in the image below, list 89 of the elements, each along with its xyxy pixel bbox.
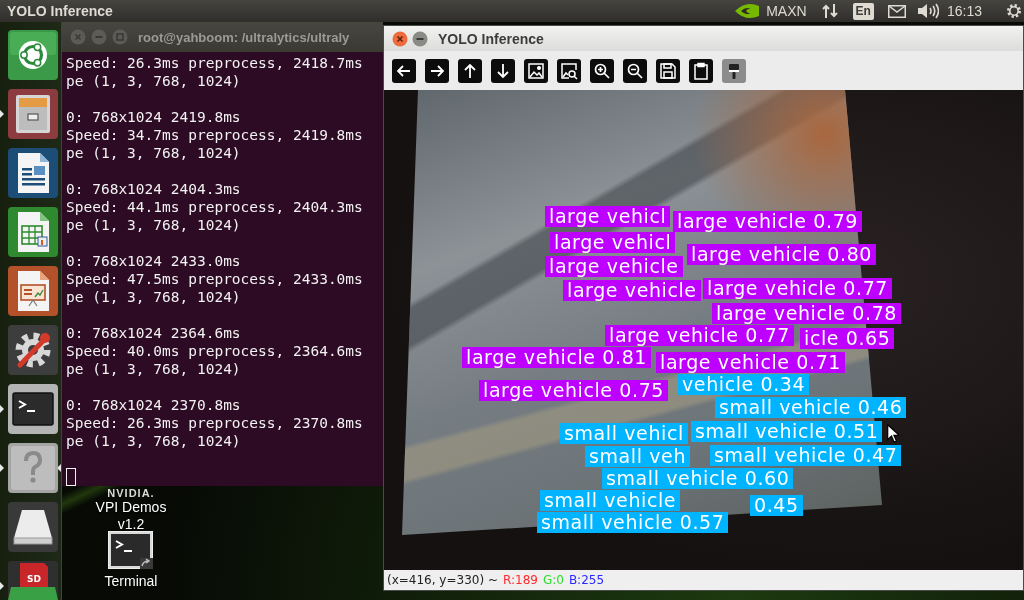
zoom-in-icon [593,61,611,80]
detection-label: icle 0.65 [800,328,895,349]
terminal-line: Speed: 34.7ms preprocess, 2419.8ms [66,126,364,144]
spreadsheet-icon[interactable] [8,207,58,257]
terminal-line: Speed: 40.0ms preprocess, 2364.6ms [66,342,364,360]
logo-wordmark: NVIDIA. [107,487,155,499]
desktop-icon-label[interactable]: Terminal [91,573,171,590]
image-magnifier-button[interactable] [557,58,581,83]
terminal-line: pe (1, 3, 768, 1024) [66,432,242,450]
detection-label: large vehicle 0.78 [712,303,901,324]
terminal-line: 0: 768x1024 2433.0ms [66,252,242,270]
terminal-line: 0: 768x1024 2419.8ms [66,108,242,126]
detection-label: small vehicle [540,490,681,511]
detection-label: small veh [585,446,691,467]
detection-label: large vehicle [545,256,683,277]
terminal-line: pe (1, 3, 768, 1024) [66,144,242,162]
text-cursor [66,468,76,486]
r-channel-value: R:189 [503,573,538,587]
terminal-window-title: root@yahboom: /ultralytics/ultraly [138,29,350,45]
clipboard-button[interactable] [689,58,713,83]
zoom-out-button[interactable] [623,58,647,83]
detection-label: large vehicle [563,280,701,301]
detection-label: large vehicle 0.77 [605,325,794,346]
presentation-icon[interactable] [8,266,58,316]
disk-drive-icon[interactable] [8,502,58,552]
window-title: YOLO Inference [438,30,544,47]
floppy-disk-button[interactable] [656,58,680,83]
gear-icon[interactable] [1006,3,1022,19]
envelope-icon[interactable] [887,4,906,18]
terminal-line: Speed: 44.1ms preprocess, 2404.3ms [66,198,364,216]
detection-label: large vehicle 0.80 [687,244,876,265]
detection-label: large vehicle 0.77 [703,278,892,299]
terminal-line: pe (1, 3, 768, 1024) [66,360,242,378]
terminal-line: 0: 768x1024 2370.8ms [66,396,242,414]
b-channel-value: B:255 [568,573,605,587]
active-window-title: YOLO Inference [7,3,113,19]
keyboard-layout-indicator[interactable]: En [852,2,874,20]
sd-card-icon[interactable]: SD [8,561,58,600]
up-down-arrows-icon[interactable] [821,3,838,19]
desktop-icon-label[interactable]: VPI Demos v1.2 [91,499,171,533]
terminal-line: pe (1, 3, 768, 1024) [66,216,242,234]
file-cabinet-icon[interactable] [8,89,58,139]
left-arrow-button[interactable] [392,58,416,83]
text-document-icon[interactable] [8,148,58,198]
terminal-line: 0: 768x1024 2404.3ms [66,180,242,198]
image-icon [527,61,545,80]
image-button[interactable] [524,58,548,83]
clock[interactable]: 16:13 [946,3,982,19]
terminal-line: 0: 768x1024 2364.6ms [66,324,242,342]
detection-label: small vehicle 0.47 [710,445,902,466]
detection-label: small vehicle 0.51 [691,421,883,442]
detection-label: large vehicle 0.71 [656,352,845,373]
ring-logo-icon[interactable] [8,30,58,80]
terminal-shortcut-icon[interactable] [108,531,154,570]
up-arrow-button[interactable] [458,58,482,83]
minimize-icon[interactable] [412,30,428,47]
paint-brush-button[interactable] [722,58,746,83]
terminal-icon[interactable] [8,384,58,434]
zoom-in-button[interactable] [590,58,614,83]
eye-logo-icon[interactable] [735,3,760,19]
detection-label: large vehicle 0.75 [479,380,668,401]
terminal-line: Speed: 47.5ms preprocess, 2433.0ms [66,270,364,288]
detection-label: small vehicl [560,423,688,444]
detection-label: small vehicle 0.46 [715,397,907,418]
terminal-line: pe (1, 3, 768, 1024) [66,72,242,90]
detection-label: large vehicle 0.81 [462,347,651,368]
down-arrow-button[interactable] [491,58,515,83]
right-arrow-button[interactable] [425,58,449,83]
zoom-out-icon [626,61,644,80]
speaker-icon[interactable] [916,3,939,19]
detection-label: large vehicl [545,206,671,227]
terminal-line: pe (1, 3, 768, 1024) [66,288,242,306]
cursor-position-text: (x=416, y=330) ~ [387,573,498,587]
detection-label: small vehicle 0.57 [537,512,729,533]
terminal-line: Speed: 26.3ms preprocess, 2418.7ms [66,54,364,72]
detection-label: vehicle 0.34 [678,374,810,395]
image-magnifier-icon [560,61,578,80]
mouse-pointer-icon [887,424,899,443]
clipboard-icon [692,61,710,80]
g-channel-value: G:0 [542,573,564,587]
detection-label: small vehicle 0.60 [602,468,794,489]
detection-label: 0.45 [750,495,803,516]
down-arrow-icon [494,61,512,80]
power-mode-indicator[interactable]: MAXN [766,3,807,19]
detection-label: large vehicl [550,232,676,253]
close-icon[interactable] [392,30,408,47]
detection-label: large vehicle 0.79 [673,211,862,232]
terminal-line: Speed: 26.3ms preprocess, 2370.8ms [66,414,364,432]
gear-wrench-icon[interactable] [8,325,58,375]
